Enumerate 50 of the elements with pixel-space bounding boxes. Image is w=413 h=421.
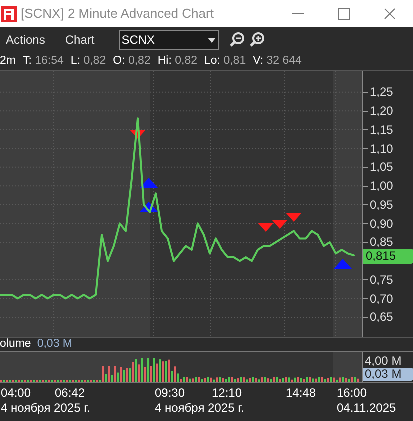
sell-signal-icon — [286, 213, 302, 222]
caret-icon — [208, 38, 216, 42]
date-label: 4 ноября 2025 г. — [1, 401, 90, 415]
price-tick-label: 1,10 — [370, 142, 394, 156]
date-label: 4 ноября 2025 г. — [155, 401, 244, 415]
price-tick-label: 1,05 — [370, 160, 394, 174]
volume-current-label: 0,03 M — [363, 368, 413, 381]
volume-value: 0,03 M — [37, 336, 72, 352]
sell-signal-icon — [272, 220, 288, 229]
time-tick-label: 06:42 — [55, 386, 86, 400]
interval-label: 2m — [0, 54, 16, 69]
last-price-label: 0,815 — [363, 248, 413, 264]
volume-title: olume — [0, 336, 32, 352]
price-tick-label: 0,75 — [370, 272, 394, 287]
symbol-dropdown[interactable]: SCNX — [118, 30, 219, 50]
zoom-in-icon[interactable] — [248, 32, 265, 48]
quote-field: Hi: 0,82 — [158, 52, 198, 70]
price-tick-label: 0,95 — [370, 198, 394, 212]
zoom-out-icon[interactable] — [228, 32, 245, 48]
quote-field: O: 0,82 — [113, 52, 151, 70]
price-tick-label: 1,25 — [370, 85, 394, 100]
time-tick-label: 14:48 — [286, 386, 316, 400]
maximize-icon[interactable] — [338, 8, 350, 20]
price-tick-label: 1,00 — [370, 179, 394, 194]
sell-signal-icon — [130, 130, 146, 139]
price-tick-label: 1,20 — [370, 104, 394, 118]
quote-field: V: 32 644 — [253, 52, 302, 70]
time-tick-label: 16:00 — [337, 386, 368, 400]
quote-field: L: 0,82 — [70, 52, 106, 70]
time-tick-label: 09:30 — [155, 386, 186, 400]
menu-item[interactable]: Chart — [65, 31, 95, 49]
buy-signal-icon — [334, 259, 352, 269]
quote-field: T: 16:54 — [22, 52, 64, 70]
price-tick-label: 0,70 — [370, 292, 394, 306]
price-tick-label: 1,15 — [370, 122, 394, 137]
volume-tick-label: 4,00 M — [365, 355, 402, 368]
window-title: [SCNX] 2 Minute Advanced Chart — [21, 4, 214, 23]
buy-signal-icon — [140, 202, 158, 212]
price-tick-label: 0,85 — [370, 235, 394, 250]
time-tick-label: 12:10 — [212, 386, 242, 400]
quote-field: Lo: 0,81 — [204, 52, 246, 70]
time-tick-label: 04:00 — [1, 386, 32, 400]
close-icon[interactable] — [384, 8, 396, 20]
price-tick-label: 0,65 — [370, 310, 394, 324]
sell-signal-icon — [258, 223, 274, 232]
date-label: 04.11.2025 — [337, 401, 396, 415]
price-tick-label: 0,90 — [370, 216, 394, 231]
menu-item[interactable]: Actions — [6, 31, 46, 49]
buy-signal-icon — [140, 178, 158, 188]
after-hours-background — [333, 352, 362, 382]
